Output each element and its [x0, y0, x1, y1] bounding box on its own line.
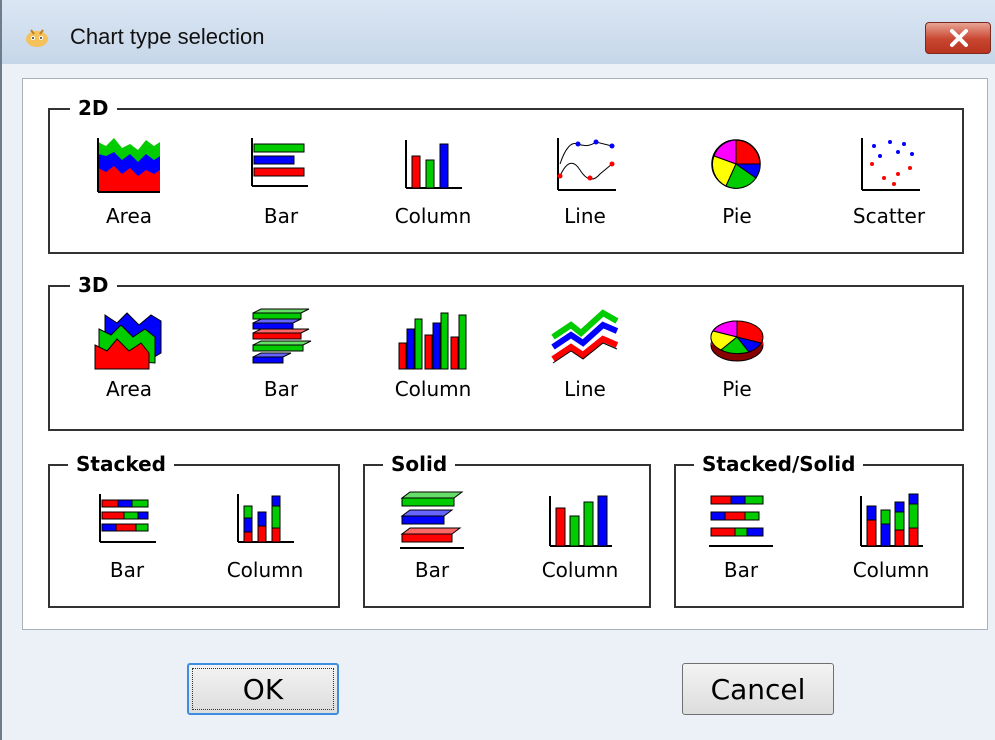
stacked-column-icon — [237, 494, 294, 543]
chart-stacked-bar-label: Bar — [109, 558, 145, 582]
group-stacked-solid-title: Stacked/Solid — [694, 449, 864, 479]
group-2d: 2D Area Bar Column Line Pie Scatter — [48, 93, 964, 254]
stacked-solid-column-icon — [860, 493, 923, 547]
chart-2d-scatter[interactable]: Scatter — [834, 128, 944, 238]
app-icon — [26, 29, 48, 47]
chart-3d-line-label: Line — [564, 377, 606, 401]
chart-2d-column[interactable]: Column — [378, 128, 488, 238]
chart-2d-area[interactable]: Area — [74, 128, 184, 238]
chart-2d-bar-label: Bar — [263, 204, 299, 228]
chart-3d-pie[interactable]: Pie — [682, 301, 792, 411]
chart-stacked-solid-column-label: Column — [852, 558, 930, 582]
chart-solid-bar[interactable]: Bar — [377, 482, 487, 592]
chart-2d-scatter-label: Scatter — [852, 204, 926, 228]
bar-3d-icon — [252, 308, 312, 364]
group-3d: 3D Area Bar Column Line Pie — [48, 270, 964, 431]
close-icon — [950, 29, 968, 47]
group-solid-title: Solid — [383, 449, 456, 479]
area-chart-icon — [97, 138, 160, 193]
chart-type-panel: 2D Area Bar Column Line Pie Scatter 3D A… — [22, 78, 988, 630]
ok-button[interactable]: OK — [187, 663, 339, 715]
scatter-chart-icon — [861, 138, 920, 191]
stacked-bar-icon — [99, 494, 156, 543]
dialog-window: Chart type selection 2D Area Bar Column … — [0, 0, 995, 740]
chart-2d-column-label: Column — [394, 204, 472, 228]
chart-solid-column-label: Column — [541, 558, 619, 582]
bar-chart-icon — [251, 138, 308, 187]
chart-3d-pie-label: Pie — [722, 377, 752, 401]
chart-stacked-bar[interactable]: Bar — [72, 482, 182, 592]
line-chart-icon — [557, 138, 616, 191]
chart-3d-column[interactable]: Column — [378, 301, 488, 411]
chart-2d-line-label: Line — [564, 204, 606, 228]
chart-3d-area-label: Area — [105, 377, 153, 401]
chart-3d-bar[interactable]: Bar — [226, 301, 336, 411]
solid-column-icon — [549, 495, 612, 547]
solid-bar-icon — [400, 491, 464, 549]
cancel-button[interactable]: Cancel — [682, 663, 834, 715]
area-3d-icon — [94, 312, 162, 370]
group-stacked-solid: Stacked/Solid Bar Column — [674, 449, 964, 608]
line-3d-icon — [551, 309, 619, 364]
cancel-button-label: Cancel — [710, 672, 806, 706]
chart-stacked-solid-bar-label: Bar — [723, 558, 759, 582]
chart-3d-line[interactable]: Line — [530, 301, 640, 411]
group-3d-title: 3D — [70, 270, 117, 300]
pie-3d-icon — [710, 320, 764, 362]
group-solid: Solid Bar Column — [363, 449, 651, 608]
chart-solid-bar-label: Bar — [414, 558, 450, 582]
close-button[interactable] — [925, 22, 991, 54]
chart-stacked-solid-bar[interactable]: Bar — [686, 482, 796, 592]
chart-3d-area[interactable]: Area — [74, 301, 184, 411]
stacked-solid-bar-icon — [709, 495, 773, 547]
pie-chart-icon — [711, 139, 761, 189]
chart-solid-column[interactable]: Column — [525, 482, 635, 592]
group-stacked-title: Stacked — [68, 449, 174, 479]
chart-2d-line[interactable]: Line — [530, 128, 640, 238]
chart-3d-bar-label: Bar — [263, 377, 299, 401]
chart-stacked-column[interactable]: Column — [210, 482, 320, 592]
chart-2d-bar[interactable]: Bar — [226, 128, 336, 238]
title-bar[interactable]: Chart type selection — [2, 0, 995, 64]
focus-rect — [192, 668, 334, 710]
chart-2d-pie[interactable]: Pie — [682, 128, 792, 238]
column-chart-icon — [405, 140, 462, 189]
column-3d-icon — [398, 312, 467, 370]
chart-3d-column-label: Column — [394, 377, 472, 401]
window-title: Chart type selection — [70, 24, 265, 49]
group-stacked: Stacked Bar Column — [48, 449, 340, 608]
chart-stacked-column-label: Column — [226, 558, 304, 582]
chart-2d-area-label: Area — [105, 204, 153, 228]
chart-stacked-solid-column[interactable]: Column — [836, 482, 946, 592]
chart-2d-pie-label: Pie — [722, 204, 752, 228]
group-2d-title: 2D — [70, 93, 117, 123]
